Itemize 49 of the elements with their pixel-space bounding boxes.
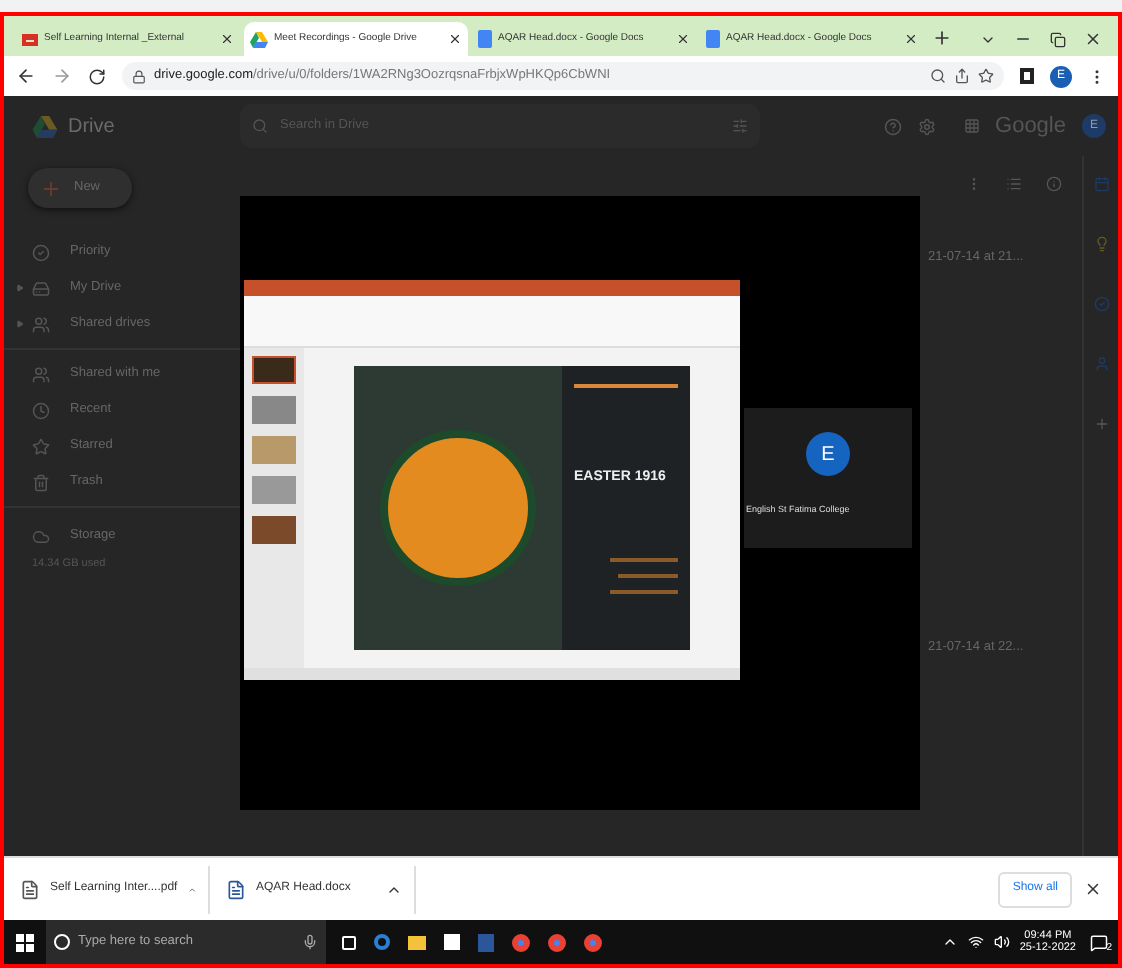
- close-icon[interactable]: [1084, 30, 1102, 48]
- file-icon: [20, 879, 40, 899]
- network-icon[interactable]: [967, 934, 984, 950]
- zoom-icon[interactable]: [930, 68, 946, 84]
- slide-thumbnail: [252, 476, 296, 504]
- slide-thumbnail: [252, 396, 296, 424]
- nav-icon: [32, 315, 50, 333]
- forward-icon[interactable]: [52, 66, 72, 86]
- new-tab-icon[interactable]: [932, 28, 952, 48]
- close-icon[interactable]: [904, 32, 918, 46]
- nav-icon: [32, 243, 50, 261]
- close-icon[interactable]: [676, 32, 690, 46]
- folder-icon[interactable]: [408, 935, 426, 949]
- browser-icon[interactable]: [374, 934, 390, 950]
- triangle-logo-icon: [250, 31, 268, 47]
- windows-logo-icon[interactable]: [16, 933, 34, 951]
- accent-bar: [574, 384, 678, 388]
- plus-icon: [40, 177, 62, 199]
- share-icon[interactable]: [954, 68, 970, 84]
- volume-icon[interactable]: [993, 934, 1010, 950]
- sidebar-panel-icon[interactable]: [1020, 68, 1034, 84]
- microphone-icon[interactable]: [302, 934, 318, 950]
- reload-icon[interactable]: [88, 67, 106, 85]
- triangle-logo-icon: [32, 115, 58, 137]
- task-view-icon[interactable]: [342, 935, 356, 949]
- cloud-icon: [32, 527, 50, 545]
- restore-icon[interactable]: [1050, 31, 1066, 47]
- bookmark-star-icon[interactable]: [978, 68, 994, 84]
- tray-caret-icon[interactable]: [941, 934, 958, 950]
- nav-icon: [32, 365, 50, 383]
- lock-icon: [132, 69, 146, 83]
- nav-icon: [32, 437, 50, 455]
- notification-icon: [1089, 933, 1107, 951]
- search-icon: [252, 118, 268, 134]
- drive-logo-text: Drive: [68, 113, 115, 141]
- nav-icon: [32, 279, 50, 297]
- nav-icon: [32, 473, 50, 491]
- subtitle-line: [610, 589, 678, 593]
- slide-thumbnail: [252, 516, 296, 544]
- slide-thumbnail: [252, 436, 296, 464]
- participant-avatar: E: [806, 432, 850, 476]
- subtitle-line: [618, 573, 678, 577]
- nav-icon: [32, 401, 50, 419]
- subtitle-line: [610, 557, 678, 561]
- close-icon[interactable]: [220, 32, 234, 46]
- slide-thumbnail: [252, 356, 296, 384]
- close-icon[interactable]: [1084, 880, 1102, 898]
- back-icon[interactable]: [16, 66, 36, 86]
- close-icon[interactable]: [448, 32, 462, 46]
